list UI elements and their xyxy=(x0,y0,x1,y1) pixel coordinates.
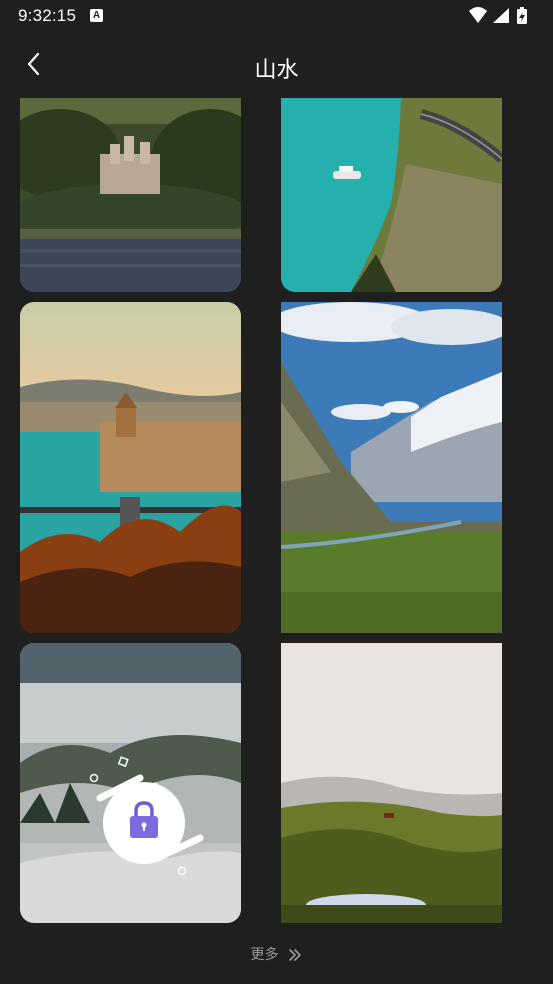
mountain-valley-image xyxy=(281,302,502,633)
battery-charging-icon xyxy=(517,7,527,24)
more-link[interactable]: 更多 xyxy=(0,944,553,964)
wallpaper-tile-coastal-road[interactable] xyxy=(281,98,502,292)
cellular-icon xyxy=(493,8,509,23)
castle-lake-image xyxy=(20,98,241,292)
coastal-road-image xyxy=(281,98,502,292)
locked-badge[interactable] xyxy=(80,753,210,883)
page-title: 山水 xyxy=(254,57,299,82)
wifi-icon xyxy=(469,7,487,23)
wallpaper-tile-green-hills[interactable] xyxy=(281,643,502,923)
double-chevron-right-icon xyxy=(289,949,302,962)
wallpaper-tile-mountain-valley[interactable] xyxy=(281,302,502,633)
wallpaper-tile-castle-lake[interactable] xyxy=(20,98,241,292)
wallpaper-tile-misty-forest[interactable] xyxy=(20,643,241,923)
app-bar: 山水 xyxy=(0,40,553,90)
autumn-city-image xyxy=(20,302,241,633)
status-bar: 9:32:15 A xyxy=(0,0,553,32)
notification-a-icon: A xyxy=(90,9,103,22)
system-status-icons xyxy=(469,7,527,24)
more-label: 更多 xyxy=(250,946,279,962)
status-time: 9:32:15 xyxy=(18,6,77,25)
green-hills-image xyxy=(281,643,502,923)
wallpaper-tile-autumn-city[interactable] xyxy=(20,302,241,633)
wallpaper-grid xyxy=(0,98,553,923)
